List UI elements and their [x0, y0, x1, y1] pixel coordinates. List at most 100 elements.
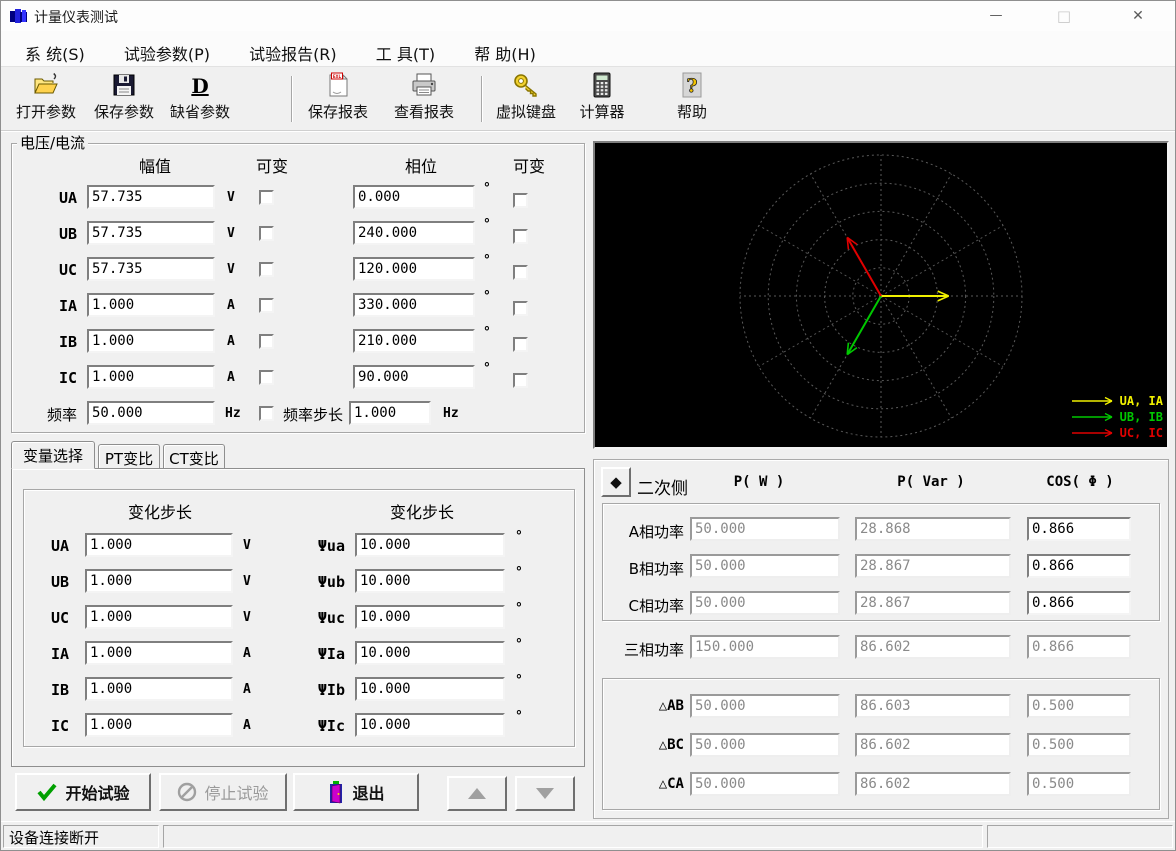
close-button[interactable]: ✕: [1115, 1, 1161, 31]
status-text: 设备连接断开: [9, 829, 99, 847]
phase-variable-checkbox[interactable]: [513, 373, 528, 388]
virtual-keyboard-button[interactable]: 虚拟键盘: [489, 72, 563, 128]
stop-test-button: 停止试验: [159, 773, 287, 811]
step-value-input[interactable]: [85, 641, 233, 665]
default-params-button[interactable]: D 缺省参数: [163, 72, 237, 128]
stop-prohibit-icon: [177, 782, 197, 802]
menu-test-report[interactable]: 试验报告(R): [239, 39, 347, 67]
p-w-output: [690, 591, 840, 615]
menu-test-params[interactable]: 试验参数(P): [114, 39, 220, 67]
status-extra-cell: [987, 825, 1173, 848]
phase-variable-checkbox[interactable]: [513, 193, 528, 208]
step-phase-input[interactable]: [355, 641, 505, 665]
menu-help[interactable]: 帮 助(H): [464, 39, 546, 67]
maximize-button[interactable]: □: [1041, 1, 1087, 31]
step-phase-label: Ψua: [289, 537, 345, 555]
step-phase-label: ΨIc: [289, 717, 345, 735]
degree-label: °: [515, 673, 523, 688]
tab-variable-select[interactable]: 变量选择: [11, 441, 95, 469]
amplitude-input[interactable]: [87, 329, 215, 353]
help-button[interactable]: ? 帮助: [663, 72, 721, 128]
phase-input[interactable]: [353, 185, 475, 209]
amplitude-variable-checkbox[interactable]: [259, 334, 274, 349]
step-phase-input[interactable]: [355, 569, 505, 593]
amplitude-input[interactable]: [87, 365, 215, 389]
amplitude-input[interactable]: [87, 257, 215, 281]
tab-ct-ratio[interactable]: CT变比: [163, 444, 225, 468]
degree-label: °: [515, 529, 523, 544]
frequency-input[interactable]: [87, 401, 215, 425]
unit-label: V: [227, 190, 235, 205]
degree-label: °: [483, 361, 491, 376]
secondary-side-marker-button[interactable]: ◆: [601, 467, 631, 497]
open-params-button[interactable]: 打开参数: [9, 72, 83, 128]
legend-row-ua-ia: UA, IA: [1070, 393, 1163, 409]
total-p-var-output: [855, 635, 1011, 659]
step-value-input[interactable]: [85, 605, 233, 629]
secondary-side-label: 二次侧: [637, 474, 688, 499]
scroll-up-button[interactable]: [447, 776, 507, 811]
scroll-down-button[interactable]: [515, 776, 575, 811]
menu-system[interactable]: 系 统(S): [15, 39, 95, 67]
row-label: UC: [21, 261, 77, 279]
phase-input[interactable]: [353, 365, 475, 389]
phase-input[interactable]: [353, 257, 475, 281]
phase-variable-checkbox[interactable]: [513, 265, 528, 280]
window-title: 计量仪表测试: [34, 7, 118, 27]
amplitude-input[interactable]: [87, 185, 215, 209]
exit-button[interactable]: 退出: [293, 773, 419, 811]
amplitude-variable-checkbox[interactable]: [259, 298, 274, 313]
cos-phi-output: [1027, 554, 1131, 578]
phase-variable-checkbox[interactable]: [513, 229, 528, 244]
amplitude-input[interactable]: [87, 221, 215, 245]
step-value-input[interactable]: [85, 569, 233, 593]
degree-label: °: [515, 565, 523, 580]
amplitude-input[interactable]: [87, 293, 215, 317]
voltage-current-group-title: 电压/电流: [17, 135, 88, 151]
step-phase-input[interactable]: [355, 713, 505, 737]
step-phase-input[interactable]: [355, 677, 505, 701]
delta-row-label: △BC: [624, 737, 684, 753]
frequency-step-input[interactable]: [349, 401, 431, 425]
row-label: IA: [21, 297, 77, 315]
step-phase-input[interactable]: [355, 533, 505, 557]
phase-variable-checkbox[interactable]: [513, 337, 528, 352]
step-value-input[interactable]: [85, 713, 233, 737]
step-value-input[interactable]: [85, 533, 233, 557]
amplitude-variable-checkbox[interactable]: [259, 370, 274, 385]
step-phase-input[interactable]: [355, 605, 505, 629]
phasor-legend: UA, IA UB, IB UC, IC: [1070, 393, 1163, 441]
diamond-icon: ◆: [610, 473, 622, 491]
calculator-icon: [571, 72, 633, 102]
step-row-label: IB: [27, 681, 69, 699]
default-d-icon: D: [163, 72, 237, 102]
svg-text:?: ?: [686, 75, 697, 97]
unit-label: V: [227, 262, 235, 277]
save-report-button[interactable]: EXL 保存报表: [301, 72, 375, 128]
phase-variable-checkbox[interactable]: [513, 301, 528, 316]
phase-power-row-label: A相功率: [604, 521, 684, 542]
minimize-button[interactable]: —: [973, 1, 1019, 31]
step-phase-label: Ψuc: [289, 609, 345, 627]
degree-label: °: [483, 217, 491, 232]
amplitude-variable-checkbox[interactable]: [259, 190, 274, 205]
start-test-button[interactable]: 开始试验: [15, 773, 151, 811]
frequency-variable-checkbox[interactable]: [259, 406, 274, 421]
step-value-input[interactable]: [85, 677, 233, 701]
legend-row-ub-ib: UB, IB: [1070, 409, 1163, 425]
p-w-output: [690, 554, 840, 578]
menu-tools[interactable]: 工 具(T): [366, 39, 445, 67]
degree-label: °: [515, 709, 523, 724]
delta-p-var-output: [855, 694, 1011, 718]
save-params-button[interactable]: 保存参数: [87, 72, 161, 128]
amplitude-variable-checkbox[interactable]: [259, 226, 274, 241]
phase-input[interactable]: [353, 293, 475, 317]
phase-input[interactable]: [353, 221, 475, 245]
step-unit-label: V: [243, 610, 251, 625]
phase-input[interactable]: [353, 329, 475, 353]
tab-pt-ratio[interactable]: PT变比: [98, 444, 160, 468]
calculator-button[interactable]: 计算器: [571, 72, 633, 128]
amplitude-variable-checkbox[interactable]: [259, 262, 274, 277]
step-header-left: 变化步长: [105, 499, 215, 523]
view-report-button[interactable]: 查看报表: [387, 72, 461, 128]
